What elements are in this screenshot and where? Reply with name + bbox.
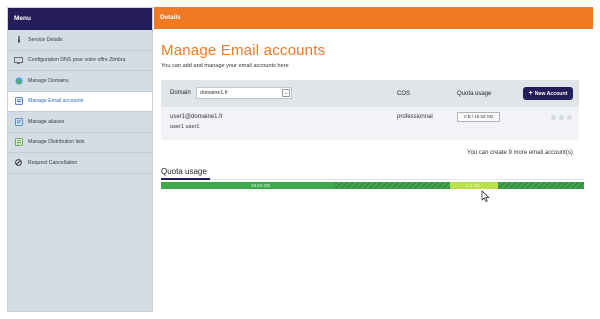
mail-icon — [14, 97, 23, 106]
sidebar-item-label: Service Details — [28, 36, 63, 43]
accounts-table-header: Domain domaine1.fr ⌄ COS Quota usage + N… — [161, 80, 579, 107]
edit-action-icon[interactable] — [551, 115, 556, 120]
divider — [161, 179, 584, 180]
sidebar-item-label: Manage Email accounts — [28, 98, 84, 105]
column-header-cos: COS — [397, 91, 411, 97]
settings-action-icon[interactable] — [559, 115, 564, 120]
column-header-quota: Quota usage — [457, 91, 492, 97]
menu-header: Menu — [8, 8, 152, 30]
quota-bar-used — [161, 182, 335, 189]
accounts-table: Domain domaine1.fr ⌄ COS Quota usage + N… — [161, 80, 579, 140]
account-quota-badge: 0 B / 19.53 GB — [457, 112, 500, 122]
account-name: user1 user1 — [170, 124, 200, 130]
domain-label: Domain — [170, 90, 191, 96]
globe-icon — [14, 77, 23, 85]
sidebar-item-label: Configuration DNS pour votre offre Zimbr… — [28, 57, 126, 64]
quota-usage-title: Quota usage — [161, 167, 207, 176]
account-cos: professionnal — [397, 114, 433, 120]
sidebar-item-label: Request Cancellation — [28, 159, 78, 166]
sidebar-item-manage-distribution-lists[interactable]: Manage Distribution lists — [8, 133, 152, 153]
quota-bar-label-used: 19.53 GB — [251, 183, 271, 188]
new-account-label: New Account — [534, 90, 568, 97]
quota-bar-hatched — [335, 182, 450, 189]
sidebar-item-label: Manage Domains — [28, 77, 69, 84]
quota-usage-bar: 19.53 GB 0.1 GB — [161, 182, 584, 189]
sidebar-item-service-details[interactable]: Service Details — [8, 30, 152, 51]
quota-bar-label-highlight: 0.1 GB — [466, 183, 481, 188]
account-email: user1@domaine1.fr — [170, 114, 223, 120]
list-icon — [14, 138, 23, 147]
quota-title-underline — [161, 178, 210, 180]
domain-select-value: domaine1.fr — [200, 90, 228, 96]
plus-icon: + — [528, 90, 533, 97]
new-account-button[interactable]: + New Account — [523, 87, 573, 100]
remaining-accounts-note: You can create 9 more email account(s) — [467, 150, 573, 156]
chevron-down-icon: ⌄ — [282, 89, 290, 97]
sidebar-item-manage-email-accounts[interactable]: Manage Email accounts — [8, 91, 152, 112]
page-title: Manage Email accounts — [161, 42, 326, 59]
app-window: Menu Service Details Configuration DNS p… — [0, 0, 600, 319]
sidebar-item-manage-domains[interactable]: Manage Domains — [8, 71, 152, 92]
info-icon — [14, 36, 23, 44]
quota-bar-hatched — [498, 182, 584, 189]
sidebar-item-label: Manage Distribution lists — [28, 139, 85, 146]
ban-icon — [14, 159, 23, 167]
monitor-icon — [14, 56, 23, 64]
sidebar-item-manage-aliases[interactable]: Manage aliases — [8, 112, 152, 133]
sidebar-item-configuration-dns[interactable]: Configuration DNS pour votre offre Zimbr… — [8, 51, 152, 71]
sidebar-item-request-cancellation[interactable]: Request Cancellation — [8, 153, 152, 174]
sidebar-menu: Menu Service Details Configuration DNS p… — [7, 7, 153, 312]
delete-action-icon[interactable] — [567, 115, 572, 120]
row-actions — [551, 115, 572, 120]
domain-select[interactable]: domaine1.fr ⌄ — [196, 87, 292, 99]
page-subtitle: You can add and manage your email accoun… — [161, 63, 289, 69]
details-panel: Details Manage Email accounts You can ad… — [154, 7, 593, 312]
details-header: Details — [154, 7, 593, 29]
sidebar-item-label: Manage aliases — [28, 118, 65, 125]
mouse-cursor-icon — [481, 190, 490, 202]
alias-icon — [14, 117, 23, 126]
